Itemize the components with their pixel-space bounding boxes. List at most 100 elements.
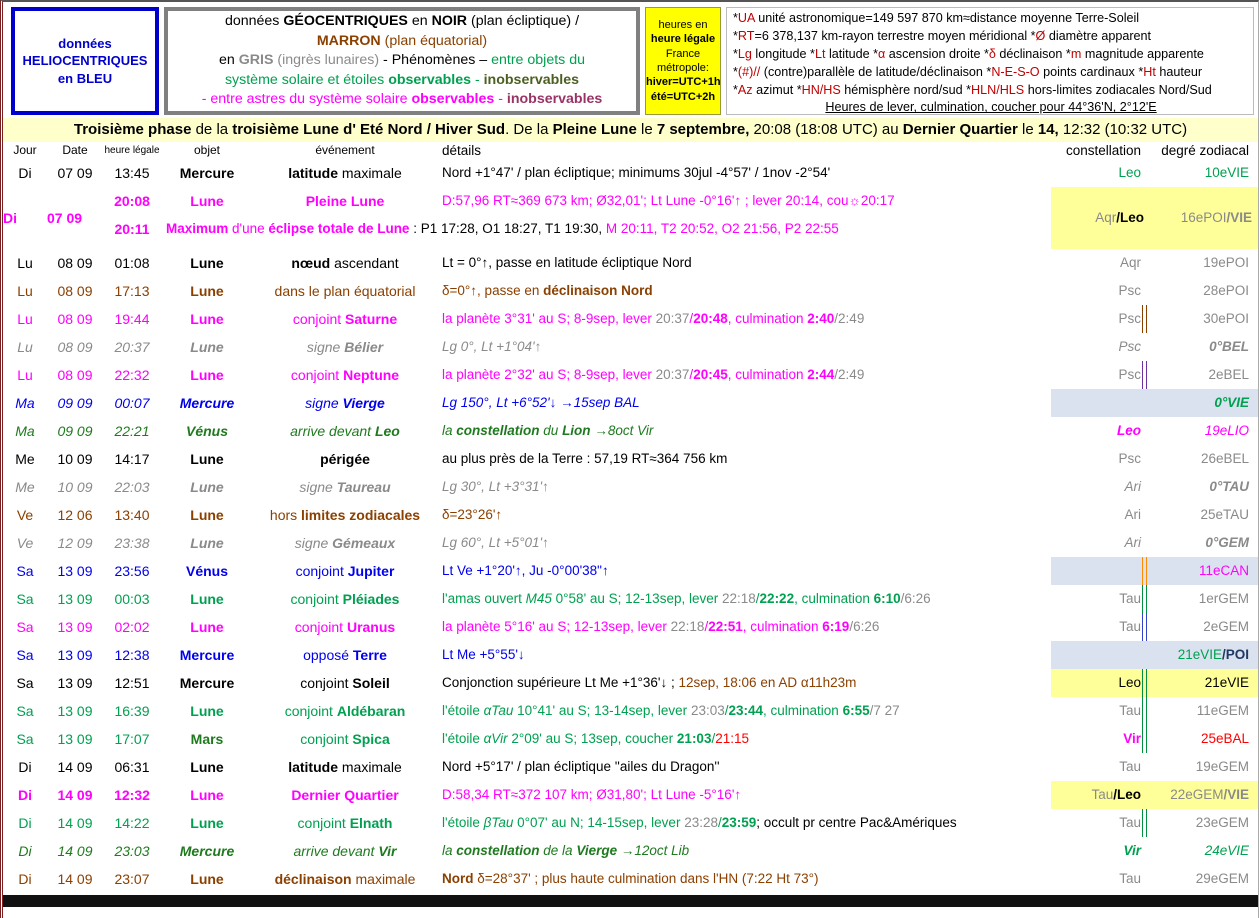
text-segment: αVir — [484, 731, 508, 746]
col-heure: 16:39 — [103, 697, 161, 725]
col-heure: 23:03 — [103, 837, 161, 865]
text-segment: conjoint — [285, 703, 337, 719]
text-segment: Lune — [190, 815, 223, 831]
table-row: Ve12 0613:40Lunehors limites zodiacalesδ… — [3, 501, 1258, 529]
text-segment: (plan écliptique) / — [467, 13, 579, 29]
col-degre: 0°BEL — [1149, 333, 1258, 361]
geocentric-legend-box: données GÉOCENTRIQUES en NOIR (plan écli… — [164, 7, 640, 115]
text-segment: métropole: — [657, 62, 709, 74]
col-evenement: conjoint Jupiter — [253, 557, 437, 585]
col-date: 13 09 — [47, 669, 103, 697]
legend-line: HELIOCENTRIQUES — [15, 52, 155, 70]
col-objet: Lune — [161, 585, 253, 613]
col-date: 13 09 — [47, 585, 103, 613]
col-evenement: conjoint Pléiades — [253, 585, 437, 613]
col-jour: Sa — [3, 557, 47, 585]
text-segment: /Leo — [1116, 210, 1144, 225]
col-constellation: Vir — [1055, 837, 1141, 865]
table-row: Ma09 0922:21Vénusarrive devant Leola con… — [3, 417, 1258, 445]
object-marker-bar — [1142, 557, 1147, 585]
text-segment: 21eVIE — [1205, 675, 1249, 690]
text-segment: Ø — [1036, 29, 1046, 43]
text-segment: conjoint — [295, 619, 347, 635]
table-row: Lu08 0920:37Lunesigne BélierLg 0°, Lt +1… — [3, 333, 1258, 361]
text-segment: , culmination — [794, 591, 874, 606]
text-segment: Lg 150°, Lt +6°52'↓ →15sep BAL — [442, 395, 640, 410]
text-segment: =6 378,137 km-rayon terrestre moyen méri… — [754, 29, 1035, 43]
col-constellation: Leo — [1055, 669, 1141, 697]
col-objet: Mercure — [161, 159, 253, 187]
col-degre: 29eGEM — [1149, 865, 1258, 893]
col-objet: Lune — [161, 809, 253, 837]
table-row: Sa13 0923:56Vénusconjoint JupiterLt Ve +… — [3, 557, 1258, 585]
text-segment: déclinaison — [275, 871, 352, 887]
text-segment: Nord +5°17' / plan écliptique ''ailes du… — [442, 759, 720, 774]
table-row: Di14 0914:22Luneconjoint Elnathl'étoile … — [3, 809, 1258, 837]
moon-block-date-label: Di07 09 — [3, 187, 103, 249]
abbreviations-notes-box: *UA unité astronomique=149 597 870 km≈di… — [726, 7, 1254, 115]
col-details: au plus près de la Terre : 57,19 RT≈364 … — [437, 445, 1055, 473]
text-segment: entre objets du — [491, 52, 585, 68]
col-jour: Di — [3, 753, 47, 781]
text-segment: 25eTAU — [1200, 507, 1249, 522]
col-objet: Lune — [161, 473, 253, 501]
text-segment: conjoint — [300, 731, 352, 747]
text-segment: UA — [738, 11, 755, 25]
table-row: Sa13 0912:38Mercureopposé TerreLt Me +5°… — [3, 641, 1258, 669]
text-segment: au plus près de la Terre : 57,19 RT≈364 … — [442, 451, 727, 466]
table-row: Di14 0923:03Mercurearrive devant Virla c… — [3, 837, 1258, 865]
col-degre: 30ePOI — [1149, 305, 1258, 333]
col-marker — [1141, 725, 1149, 753]
legend-line: - entre astres du système solaire observ… — [168, 90, 636, 110]
table-row: Sa13 0916:39Luneconjoint Aldébaranl'étoi… — [3, 697, 1258, 725]
text-segment: 26eBEL — [1201, 451, 1249, 466]
col-heure: 12:38 — [103, 641, 161, 669]
text-segment: 23:03 — [691, 703, 725, 718]
text-segment: . De la — [505, 121, 553, 138]
text-segment: 10eVIE — [1205, 165, 1249, 180]
hours-line: heure légale — [646, 32, 720, 46]
col-heure: 22:21 — [103, 417, 161, 445]
text-segment: Taureau — [337, 479, 391, 495]
text-segment: 20:08 (18:08 UTC) au — [749, 121, 902, 138]
col-date: 10 09 — [47, 473, 103, 501]
ephemeris-page: données HELIOCENTRIQUES en BLEU données … — [0, 0, 1259, 918]
text-segment: Lune — [190, 283, 223, 299]
col-marker — [1141, 837, 1149, 865]
col-evenement: latitude maximale — [253, 159, 437, 187]
col-constellation: Psc — [1055, 333, 1141, 361]
col-jour: Ve — [3, 501, 47, 529]
col-jour: Di — [3, 837, 47, 865]
col-details: l'étoile αVir 2°09' au S; 13sep, coucher… — [437, 725, 1055, 753]
col-details: Nord +5°17' / plan écliptique ''ailes du… — [437, 753, 1055, 781]
text-segment: Conjonction supérieure Lt Me +1°36'↓ ; — [442, 675, 679, 690]
text-segment: : P1 17:28, O1 18:27, T1 19:30, — [409, 221, 605, 236]
legend-line: système solaire et étoiles observables -… — [168, 71, 636, 91]
col-details: l'étoile αTau 10°41' au S; 13-14sep, lev… — [437, 697, 1055, 725]
note-line: *(#)// (contre)parallèle de latitude/déc… — [733, 64, 1249, 82]
text-segment: 0°VIE — [1214, 395, 1249, 410]
col-jour: Sa — [3, 697, 47, 725]
col-date: 08 09 — [47, 249, 103, 277]
col-marker — [1141, 159, 1149, 187]
text-segment: hors-limites zodiacales Nord/Sud — [1024, 83, 1212, 97]
text-segment: limites zodiacales — [301, 507, 420, 523]
col-constellation: Psc — [1055, 277, 1141, 305]
col-marker — [1141, 641, 1149, 669]
col-evenement: conjoint Aldébaran — [253, 697, 437, 725]
col-objet: Lune — [161, 613, 253, 641]
text-segment: Leo — [1118, 675, 1141, 690]
text-segment: Mercure — [180, 843, 234, 859]
text-segment: 16ePOI — [1181, 210, 1227, 225]
text-segment: troisième Lune d' Eté Nord / Hiver Sud — [232, 121, 505, 138]
text-segment: Vierge — [576, 843, 617, 858]
col-constellation — [1055, 557, 1141, 585]
col-details: Conjonction supérieure Lt Me +1°36'↓ ; 1… — [437, 669, 1055, 697]
text-segment: observables — [411, 91, 494, 107]
text-segment: Lune — [190, 787, 223, 803]
text-segment: 0°GEM — [1205, 535, 1249, 550]
col-degre: 24eVIE — [1149, 837, 1258, 865]
text-segment: été=UTC+2h — [651, 91, 715, 103]
text-segment: Terre — [353, 647, 387, 663]
col-heure: 23:07 — [103, 865, 161, 893]
